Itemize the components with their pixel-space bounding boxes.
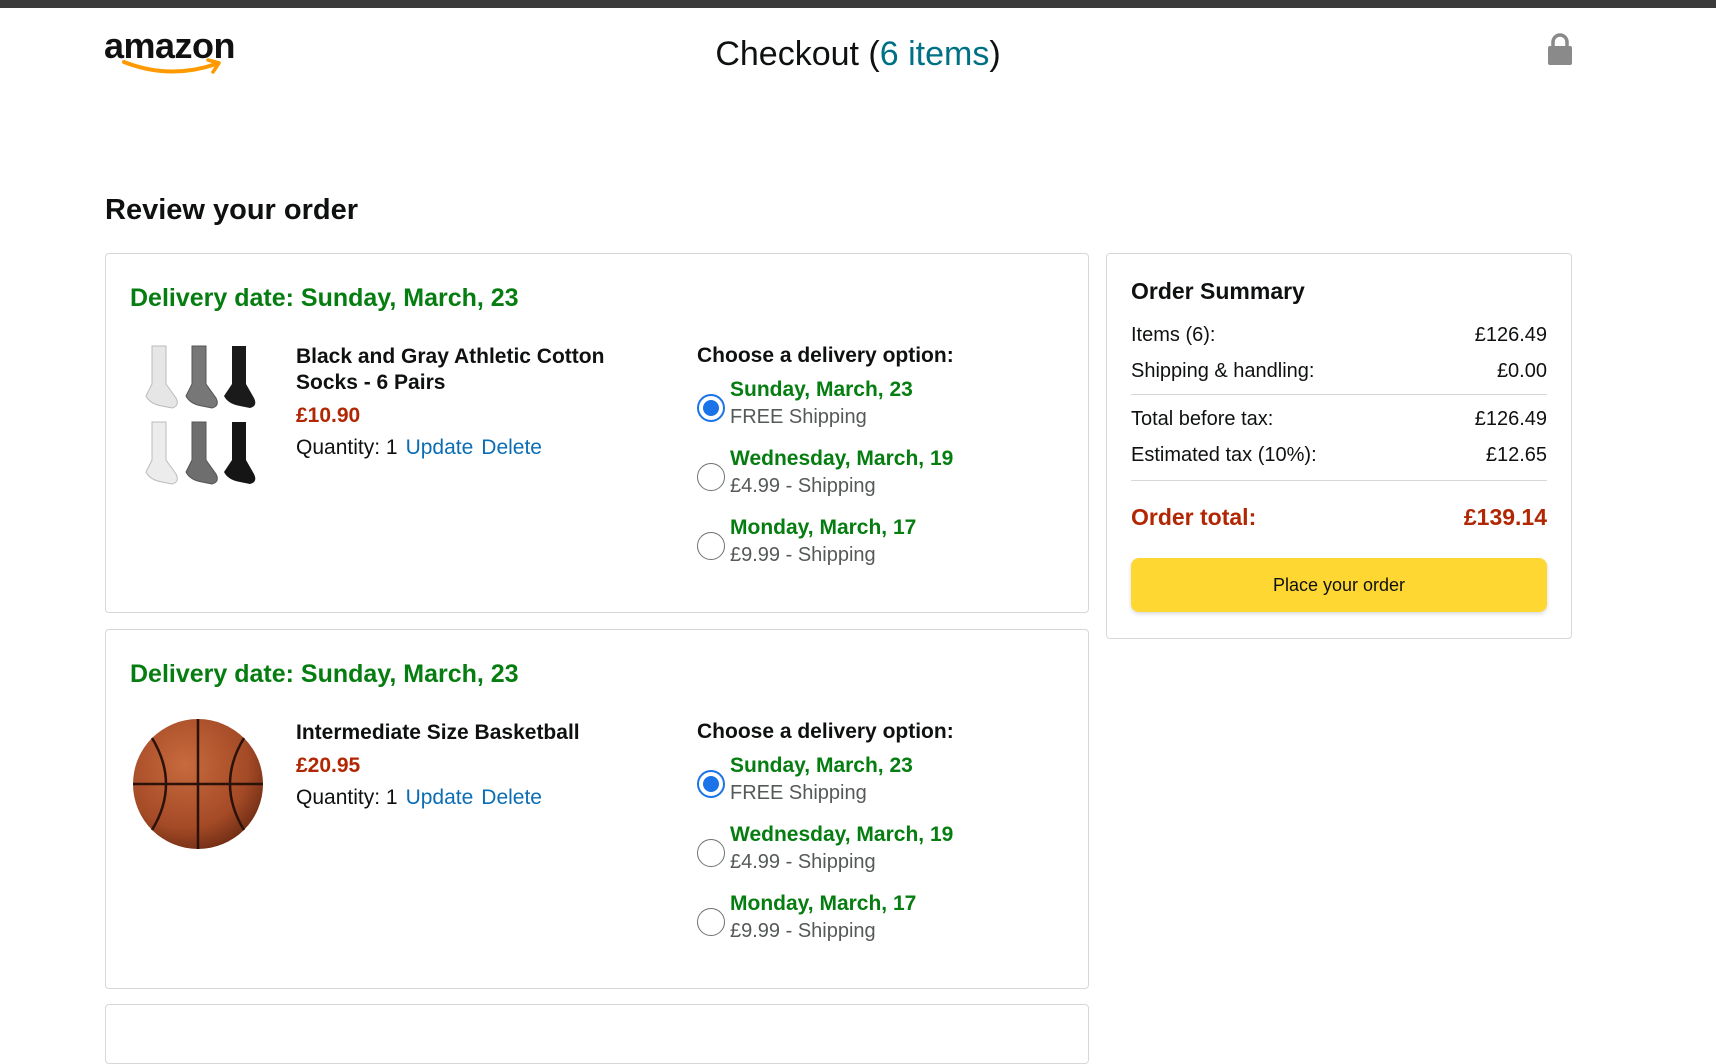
delivery-option[interactable]: Monday, March, 17 £9.99 - Shipping: [697, 516, 1077, 585]
delivery-option[interactable]: Wednesday, March, 19 £4.99 - Shipping: [697, 823, 1077, 892]
option-cost: £9.99 - Shipping: [730, 544, 876, 566]
quantity-label: Quantity: 1: [296, 786, 398, 809]
summary-total-row: Order total: £139.14: [1131, 504, 1547, 531]
delete-link[interactable]: Delete: [481, 786, 542, 809]
before-tax-label: Total before tax:: [1131, 408, 1274, 430]
items-label: Items (6):: [1131, 324, 1216, 346]
review-order-heading: Review your order: [105, 194, 359, 226]
summary-divider: [1131, 394, 1547, 395]
quantity-line: Quantity: 1 Update Delete: [296, 436, 666, 460]
product-info: Black and Gray Athletic Cotton Socks - 6…: [296, 344, 666, 460]
basketball-product-image: [133, 719, 263, 849]
summary-shipping-row: Shipping & handling: £0.00: [1131, 360, 1547, 383]
checkout-header: amazon Checkout (6 items): [0, 8, 1716, 98]
items-count-link[interactable]: 6 items: [880, 35, 990, 73]
delivery-option[interactable]: Wednesday, March, 19 £4.99 - Shipping: [697, 447, 1077, 516]
delete-link[interactable]: Delete: [481, 436, 542, 459]
summary-divider: [1131, 480, 1547, 481]
radio-unselected[interactable]: [697, 463, 725, 491]
tax-label: Estimated tax (10%):: [1131, 444, 1317, 466]
shipment-card: Delivery date: Sunday, March, 23 Black a…: [105, 253, 1089, 613]
option-cost: FREE Shipping: [730, 406, 867, 428]
update-link[interactable]: Update: [406, 436, 474, 459]
radio-unselected[interactable]: [697, 839, 725, 867]
update-link[interactable]: Update: [406, 786, 474, 809]
quantity-label: Quantity: 1: [296, 436, 398, 459]
shipping-label: Shipping & handling:: [1131, 360, 1315, 382]
radio-selected[interactable]: [697, 770, 725, 798]
product-name: Intermediate Size Basketball: [296, 721, 580, 744]
summary-tax-row: Estimated tax (10%): £12.65: [1131, 444, 1547, 467]
delivery-option[interactable]: Sunday, March, 23 FREE Shipping: [697, 754, 1077, 823]
option-date: Monday, March, 17: [730, 892, 917, 915]
summary-items-row: Items (6): £126.49: [1131, 324, 1547, 347]
option-cost: £9.99 - Shipping: [730, 920, 876, 942]
lock-icon: [1548, 33, 1572, 65]
checkout-title: Checkout (6 items): [0, 30, 1716, 78]
option-date: Sunday, March, 23: [730, 378, 913, 401]
option-date: Sunday, March, 23: [730, 754, 913, 777]
product-price: £10.90: [296, 404, 361, 427]
before-tax-value: £126.49: [1474, 408, 1547, 430]
radio-selected[interactable]: [697, 394, 725, 422]
option-cost: £4.99 - Shipping: [730, 475, 876, 497]
delivery-date: Delivery date: Sunday, March, 23: [130, 660, 519, 688]
product-info: Intermediate Size Basketball £20.95 Quan…: [296, 720, 666, 810]
shipment-card-partial: [105, 1004, 1089, 1064]
delivery-option[interactable]: Sunday, March, 23 FREE Shipping: [697, 378, 1077, 447]
option-date: Monday, March, 17: [730, 516, 917, 539]
delivery-options: Choose a delivery option: Sunday, March,…: [697, 720, 1077, 961]
shipment-card: Delivery date: Sunday, March, 23 Interme…: [105, 629, 1089, 989]
delivery-options: Choose a delivery option: Sunday, March,…: [697, 344, 1077, 585]
delivery-options-title: Choose a delivery option:: [697, 720, 954, 743]
items-value: £126.49: [1474, 324, 1547, 346]
option-cost: FREE Shipping: [730, 782, 867, 804]
tax-value: £12.65: [1485, 444, 1547, 466]
socks-product-image: [145, 345, 256, 485]
shipping-value: £0.00: [1496, 360, 1547, 382]
order-summary: Order Summary Items (6): £126.49 Shippin…: [1106, 253, 1572, 639]
order-total-value: £139.14: [1463, 504, 1547, 530]
radio-unselected[interactable]: [697, 532, 725, 560]
delivery-option[interactable]: Monday, March, 17 £9.99 - Shipping: [697, 892, 1077, 961]
place-order-button[interactable]: Place your order: [1131, 558, 1547, 612]
top-border: [0, 0, 1716, 8]
order-summary-title: Order Summary: [1131, 278, 1305, 304]
delivery-options-title: Choose a delivery option:: [697, 344, 954, 367]
radio-unselected[interactable]: [697, 908, 725, 936]
delivery-date: Delivery date: Sunday, March, 23: [130, 284, 519, 312]
product-price: £20.95: [296, 754, 361, 777]
product-name: Black and Gray Athletic Cotton Socks - 6…: [296, 345, 605, 394]
summary-before-tax-row: Total before tax: £126.49: [1131, 408, 1547, 431]
title-suffix: ): [989, 35, 1001, 73]
title-prefix: Checkout (: [715, 35, 880, 73]
option-date: Wednesday, March, 19: [730, 447, 954, 470]
order-total-label: Order total:: [1131, 504, 1257, 530]
option-cost: £4.99 - Shipping: [730, 851, 876, 873]
option-date: Wednesday, March, 19: [730, 823, 954, 846]
quantity-line: Quantity: 1 Update Delete: [296, 786, 666, 810]
